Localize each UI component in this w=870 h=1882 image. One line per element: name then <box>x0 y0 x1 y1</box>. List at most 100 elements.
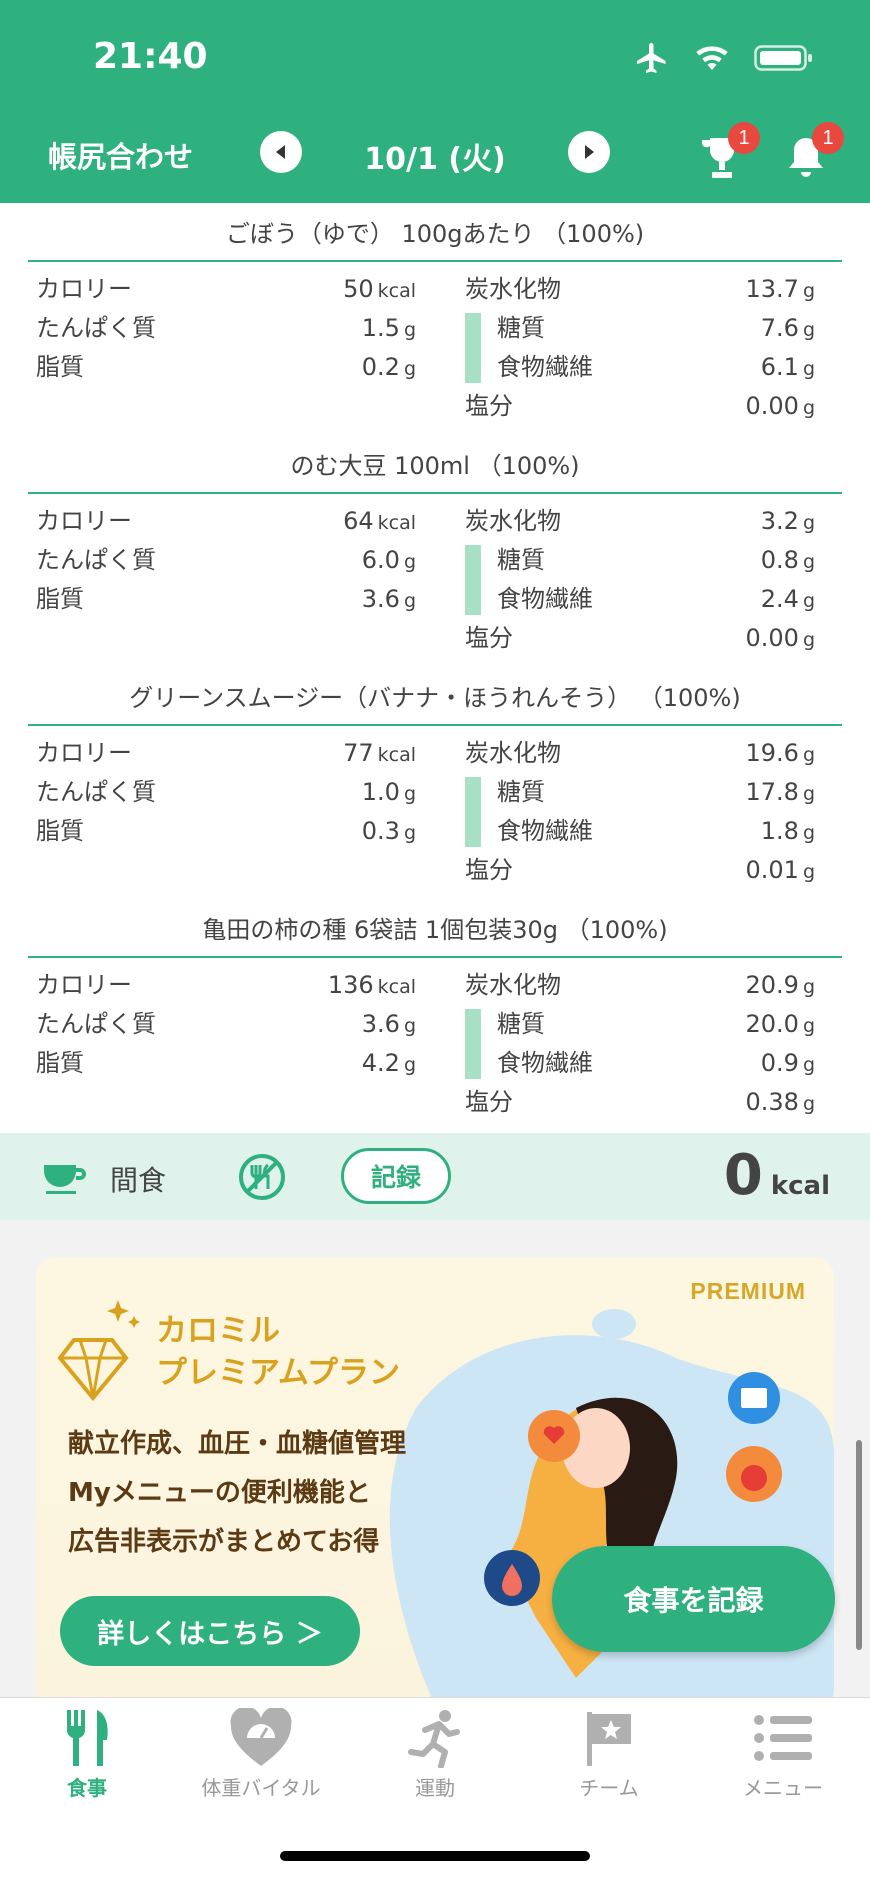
nutrient-value: 0.00 g <box>746 619 816 659</box>
record-meal-button[interactable]: 食事を記録 <box>552 1546 835 1652</box>
nutrient-row-fiber: 食物繊維 1.8 g <box>465 812 815 850</box>
snack-bar: 間食 記録 0 kcal <box>0 1133 870 1220</box>
nutrient-label: 糖質 <box>497 1010 545 1038</box>
nutrient-label: たんぱく質 <box>36 778 156 806</box>
food-item[interactable]: ごぼう（ゆで） 100gあたり （100%) カロリー 50 kcal たんぱく質 1.5… <box>0 206 870 438</box>
status-time: 21:40 <box>93 36 208 77</box>
header-date[interactable]: 10/1 (火) <box>340 134 530 178</box>
nutrient-number: 0.00 <box>745 392 799 420</box>
snack-kcal-value: 0 <box>723 1143 763 1208</box>
nutrient-unit: g <box>802 397 815 419</box>
tab-menu[interactable]: メニュー <box>696 1708 870 1818</box>
nutrient-unit: g <box>802 1093 815 1115</box>
nutrient-unit: g <box>802 319 815 341</box>
nutrient-number: 20.9 <box>745 971 799 999</box>
nutrient-number: 0.2 <box>361 353 400 381</box>
nutrient-label: 食物繊維 <box>497 1049 593 1077</box>
nutrient-label: 塩分 <box>465 624 513 652</box>
tab-weight-vital[interactable]: 体重バイタル <box>174 1708 348 1818</box>
nutrient-label: 脂質 <box>36 585 84 613</box>
food-title: グリーンスムージー（バナナ・ほうれんそう） （100%) <box>28 670 842 726</box>
cup-icon <box>44 1165 86 1194</box>
nutrient-label: 塩分 <box>465 856 513 884</box>
nutrient-value: 1.8 g <box>761 812 815 852</box>
triangle-right-icon <box>585 145 594 159</box>
nutrient-row-sugar: 糖質 20.0 g <box>465 1005 815 1043</box>
nutrient-unit: kcal <box>377 512 416 534</box>
nutrient-label: カロリー <box>36 507 132 535</box>
nutrient-row-calorie: カロリー 77 kcal <box>36 734 416 772</box>
app-header: 帳尻合わせ 10/1 (火) 1 1 <box>0 110 870 203</box>
prev-day-button[interactable] <box>260 131 302 173</box>
food-title: 亀田の柿の種 6袋詰 1個包装30g （100%) <box>28 902 842 958</box>
nutrient-value: 4.2 g <box>362 1044 416 1084</box>
tab-team[interactable]: チーム <box>522 1708 696 1818</box>
food-item[interactable]: 亀田の柿の種 6袋詰 1個包装30g （100%) カロリー 136 kcal たんぱく… <box>0 902 870 1134</box>
nutrient-unit: g <box>403 358 416 380</box>
nutrient-row-salt: 塩分 0.38 g <box>465 1083 815 1121</box>
notification-button[interactable]: 1 <box>776 122 844 188</box>
nutrient-number: 17.8 <box>745 778 799 806</box>
nutrient-value: 77 kcal <box>343 734 416 774</box>
nutrient-unit: g <box>403 1054 416 1076</box>
nutrient-number: 6.0 <box>361 546 400 574</box>
tab-exercise[interactable]: 運動 <box>348 1708 522 1818</box>
nutrient-label: 脂質 <box>36 1049 84 1077</box>
nutrient-number: 1.8 <box>760 817 799 845</box>
food-item[interactable]: グリーンスムージー（バナナ・ほうれんそう） （100%) カロリー 77 kcal たん… <box>0 670 870 902</box>
nutrient-number: 1.0 <box>361 778 400 806</box>
nutrient-row-calorie: カロリー 50 kcal <box>36 270 416 308</box>
nutrient-value: 0.00 g <box>746 387 816 427</box>
nutrient-value: 0.2 g <box>362 348 416 388</box>
nutrient-unit: g <box>802 1054 815 1076</box>
nutrient-number: 3.6 <box>361 585 400 613</box>
nutrient-number: 1.5 <box>361 314 400 342</box>
nutrient-value: 50 kcal <box>343 270 416 310</box>
nutrient-row-fiber: 食物繊維 2.4 g <box>465 580 815 618</box>
tab-label: 食事 <box>67 1776 107 1800</box>
heart-scale-icon <box>230 1708 292 1766</box>
details-button[interactable]: 詳しくはこちら ＞ <box>60 1596 360 1666</box>
food-item[interactable]: のむ大豆 100ml （100%) カロリー 64 kcal たんぱく質 6.0 g 脂質 3.… <box>0 438 870 670</box>
nutrient-unit: g <box>802 629 815 651</box>
scrollbar[interactable] <box>856 1440 862 1650</box>
next-day-button[interactable] <box>568 131 610 173</box>
nutrient-number: 0.8 <box>760 546 799 574</box>
nutrient-value: 6.1 g <box>761 348 815 388</box>
trophy-button[interactable]: 1 <box>692 122 760 188</box>
nutrient-value: 20.9 g <box>746 966 816 1006</box>
nutrient-label: たんぱく質 <box>36 314 156 342</box>
nutrient-number: 50 <box>343 275 374 303</box>
nutrient-row-calorie: カロリー 136 kcal <box>36 966 416 1004</box>
nutrient-value: 1.5 g <box>362 309 416 349</box>
battery-icon <box>754 45 812 71</box>
status-icons <box>634 40 814 76</box>
nutrient-label: 食物繊維 <box>497 817 593 845</box>
tab-meal[interactable]: 食事 <box>0 1708 174 1818</box>
plan-desc-line2: Myメニューの便利機能と <box>68 1478 371 1508</box>
snack-record-button[interactable]: 記録 <box>341 1148 451 1204</box>
nutrient-label: 塩分 <box>465 1088 513 1116</box>
nutrient-number: 7.6 <box>760 314 799 342</box>
nutrient-number: 0.9 <box>760 1049 799 1077</box>
nutrient-unit: kcal <box>377 976 416 998</box>
nutrient-row-salt: 塩分 0.00 g <box>465 619 815 657</box>
nutrient-label: 食物繊維 <box>497 353 593 381</box>
nutrient-value: 3.6 g <box>362 1005 416 1045</box>
nutrient-row-fat: 脂質 3.6 g <box>36 580 416 618</box>
header-title[interactable]: 帳尻合わせ <box>48 134 193 176</box>
no-meal-icon[interactable] <box>237 1152 287 1202</box>
nutrient-number: 0.00 <box>745 624 799 652</box>
nutrient-value: 17.8 g <box>746 773 816 813</box>
nutrient-unit: g <box>802 1015 815 1037</box>
nutrient-number: 6.1 <box>760 353 799 381</box>
nutrient-value: 2.4 g <box>761 580 815 620</box>
plan-title-line1: カロミル <box>156 1313 280 1349</box>
nutrient-unit: g <box>802 358 815 380</box>
nutrient-value: 0.38 g <box>746 1083 816 1123</box>
nutrient-unit: g <box>802 590 815 612</box>
nutrient-unit: g <box>403 783 416 805</box>
nutrient-label: 塩分 <box>465 392 513 420</box>
food-title: ごぼう（ゆで） 100gあたり （100%) <box>28 206 842 262</box>
snack-kcal: 0 kcal <box>724 1143 830 1208</box>
